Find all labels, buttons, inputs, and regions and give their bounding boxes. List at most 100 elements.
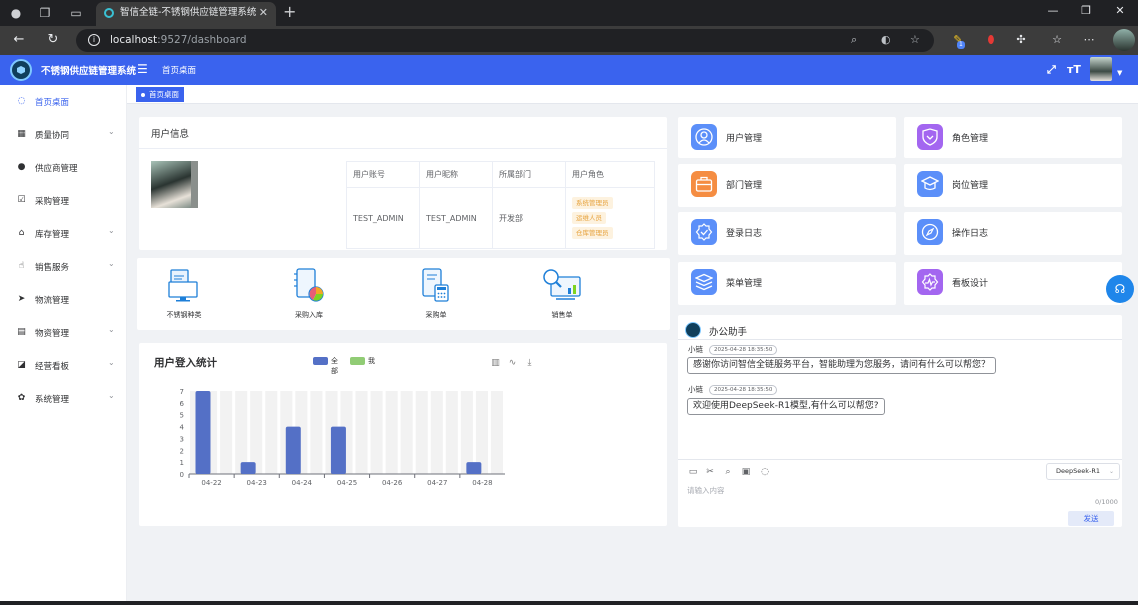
breadcrumb[interactable]: 首页桌面 <box>162 64 196 76</box>
tags-view: 首页桌面 <box>127 85 1138 104</box>
column-header: 所属部门 <box>492 161 566 188</box>
y-tick-label: 1 <box>180 459 184 467</box>
grid-band <box>445 391 458 474</box>
quick-link-steel-types[interactable]: 不锈钢种类 <box>139 258 229 324</box>
new-tab-icon[interactable]: + <box>283 3 296 21</box>
site-info-icon[interactable]: i <box>88 34 100 46</box>
grid-band <box>250 391 263 474</box>
more-menu-icon[interactable]: ⋯ <box>1081 32 1097 48</box>
back-icon[interactable]: ← <box>10 32 28 48</box>
tag-dashboard[interactable]: 首页桌面 <box>136 87 184 102</box>
module-label: 看板设计 <box>952 279 989 289</box>
login-stats-card: 用户登入统计 全部 我 ▥ ∿ ⤓ 0 1 2 3 4 5 6 7 04-22 04-23 04-2… <box>139 343 667 526</box>
role-tag: 系统管理员 <box>572 196 613 209</box>
fullscreen-icon[interactable]: ⤢ <box>1047 63 1056 77</box>
favorites-icon[interactable]: ☆ <box>1049 32 1065 48</box>
module-department-management[interactable]: 部门管理 <box>678 164 896 207</box>
sidebar-item-purchasing[interactable]: ☑ 采购管理 <box>0 184 127 217</box>
search-chart-icon <box>543 269 581 300</box>
module-operation-log[interactable]: 操作日志 <box>904 212 1122 255</box>
headset-support-icon[interactable]: ☊ <box>1106 275 1134 303</box>
chart-icon: ◪ <box>17 360 26 370</box>
message-bubble: 感谢你访问智信全链服务平台，智能助理为您服务，请问有什么可以帮您？ <box>687 357 997 374</box>
message-time: 2025-04-28 18:35:50 <box>709 345 778 355</box>
role-tag: 运维人员 <box>572 211 606 224</box>
bar-all <box>195 391 211 474</box>
checklist-icon: ☑ <box>17 195 26 205</box>
image-icon[interactable]: ▣ <box>740 466 752 478</box>
font-size-icon[interactable]: ᴛT <box>1067 63 1081 76</box>
url-field[interactable]: i localhost:9527/dashboard ⌕ ◐ ☆ <box>76 29 934 52</box>
gear-icon: ✿ <box>17 393 26 403</box>
attachment-icon[interactable]: ⌕ <box>722 466 734 478</box>
user-icon <box>691 124 717 150</box>
sidebar-item-system[interactable]: ✿ 系统管理 ⌄ <box>0 382 127 415</box>
badge-check-icon <box>691 219 717 245</box>
menu-toggle-icon[interactable]: ☰ <box>137 62 148 76</box>
quick-link-sales-order[interactable]: 销售单 <box>517 258 607 324</box>
browser-profile-avatar[interactable] <box>1113 29 1135 51</box>
quick-link-purchase-order[interactable]: 采购单 <box>391 258 481 324</box>
sidebar-item-inventory[interactable]: ⌂ 库存管理 ⌄ <box>0 217 127 250</box>
module-user-management[interactable]: 用户管理 <box>678 117 896 158</box>
avatar[interactable] <box>1090 57 1112 81</box>
sidebar-item-dashboard[interactable]: ◌ 首页桌面 <box>0 85 127 118</box>
y-tick-label: 4 <box>180 424 185 432</box>
tab-close-icon[interactable]: ✕ <box>259 2 268 24</box>
app-title: 不锈钢供应链管理系统 <box>41 66 137 77</box>
sidebar-item-label: 物流管理 <box>35 296 70 306</box>
favorite-star-icon[interactable]: ☆ <box>910 33 920 46</box>
sidebar-item-sales[interactable]: ☝ 销售服务 ⌄ <box>0 250 127 283</box>
chat-input[interactable]: 请输入内容 <box>687 485 725 496</box>
quick-link-purchase-in[interactable]: 采购入库 <box>264 258 354 324</box>
browser-tab[interactable]: 智信全链-不锈钢供应链管理系统 ✕ <box>96 2 276 26</box>
module-post-management[interactable]: 岗位管理 <box>904 164 1122 207</box>
quick-link-label: 销售单 <box>551 311 573 319</box>
main-content: 首页桌面 用户信息 用户账号 用户昵称 所属部门 用户角色 TEST_ADMIN… <box>127 85 1138 605</box>
maximize-icon[interactable]: ❐ <box>1076 4 1096 17</box>
sidebar-item-label: 供应商管理 <box>35 164 78 174</box>
quick-links-card: 不锈钢种类 采购入库 采购单 销售单 <box>137 258 670 330</box>
sidebar-item-logistics[interactable]: ➤ 物流管理 <box>0 283 127 316</box>
chat-bubble-icon[interactable]: ◌ <box>759 466 771 478</box>
scissors-icon[interactable]: ✂ <box>704 466 716 478</box>
minimize-icon[interactable]: — <box>1043 4 1063 17</box>
user-caret-icon[interactable]: ▼ <box>1117 69 1122 77</box>
sidebar-item-quality[interactable]: ▦ 质量协同 ⌄ <box>0 118 127 151</box>
workspaces-icon[interactable]: ❐ <box>37 5 53 21</box>
chevron-down-icon: ⌄ <box>1108 468 1114 475</box>
module-menu-management[interactable]: 菜单管理 <box>678 262 896 305</box>
x-tick-label: 04-24 <box>292 479 313 487</box>
person-icon: ● <box>17 162 26 172</box>
tab-actions-icon[interactable]: ▭ <box>68 5 84 21</box>
sidebar-item-business-board[interactable]: ◪ 经营看板 ⌄ <box>0 349 127 382</box>
folder-icon[interactable]: ▭ <box>687 466 699 478</box>
send-button[interactable]: 发送 <box>1068 511 1114 526</box>
message-sender: 小链 <box>688 385 703 394</box>
module-role-management[interactable]: 角色管理 <box>904 117 1122 158</box>
profile-icon[interactable]: ● <box>8 5 24 21</box>
sidebar-item-materials[interactable]: ▤ 物资管理 ⌄ <box>0 316 127 349</box>
grid-band <box>355 391 368 474</box>
translate-icon[interactable]: ◐ <box>881 33 891 46</box>
reload-icon[interactable]: ↻ <box>44 32 62 48</box>
zoom-icon[interactable]: ⌕ <box>851 33 857 47</box>
model-select[interactable]: DeepSeek-R1 ⌄ <box>1046 463 1120 480</box>
y-tick-label: 6 <box>180 400 185 408</box>
roles-cell: 系统管理员 运维人员 仓库管理员 <box>565 187 655 249</box>
grid-band <box>310 391 323 474</box>
quick-link-label: 不锈钢种类 <box>166 311 202 319</box>
y-tick-label: 2 <box>180 447 184 455</box>
user-info-title: 用户信息 <box>151 129 190 140</box>
module-login-log[interactable]: 登录日志 <box>678 212 896 255</box>
extensions-puzzle-icon[interactable]: ✣ <box>1013 32 1029 48</box>
module-dashboard-design[interactable]: 看板设计 <box>904 262 1122 305</box>
app-header: 不锈钢供应链管理系统 ☰ 首页桌面 ⤢ ᴛT ▼ <box>0 55 1138 85</box>
chevron-down-icon: ⌄ <box>108 259 115 268</box>
chevron-down-icon: ⌄ <box>108 226 115 235</box>
module-label: 角色管理 <box>952 134 989 144</box>
record-icon[interactable]: ⬮ <box>983 32 999 48</box>
bar-all <box>330 426 346 474</box>
sidebar-item-suppliers[interactable]: ● 供应商管理 <box>0 151 127 184</box>
window-close-icon[interactable]: ✕ <box>1110 4 1130 17</box>
